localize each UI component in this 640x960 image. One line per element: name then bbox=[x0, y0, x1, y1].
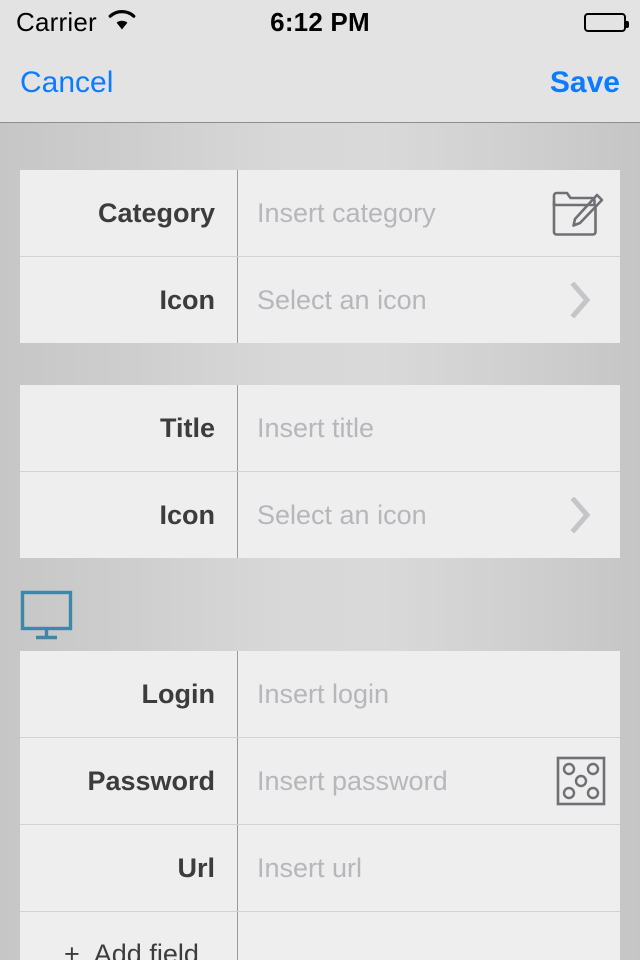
row-category-icon[interactable]: Icon Select an icon bbox=[20, 256, 620, 343]
clock-label: 6:12 PM bbox=[270, 6, 370, 37]
save-button[interactable]: Save bbox=[550, 66, 620, 100]
row-title-icon[interactable]: Icon Select an icon bbox=[20, 471, 620, 558]
category-icon-value[interactable]: Select an icon bbox=[237, 282, 620, 318]
category-input[interactable]: Insert category bbox=[257, 198, 436, 229]
url-label: Url bbox=[177, 852, 215, 883]
cancel-button[interactable]: Cancel bbox=[20, 66, 113, 100]
login-input[interactable]: Insert login bbox=[257, 679, 389, 710]
row-password[interactable]: Password Insert password bbox=[20, 737, 620, 824]
category-label: Category bbox=[97, 197, 215, 228]
battery-icon bbox=[584, 12, 629, 32]
login-value[interactable]: Insert login bbox=[237, 679, 620, 710]
chevron-right-icon bbox=[570, 282, 606, 318]
title-icon-placeholder: Select an icon bbox=[257, 499, 427, 530]
title-section: Title Insert title Icon Select an icon bbox=[20, 385, 620, 558]
password-label: Password bbox=[87, 765, 215, 796]
status-bar-right bbox=[584, 12, 629, 32]
row-url[interactable]: Url Insert url bbox=[20, 824, 620, 911]
add-field-button[interactable]: + Add field bbox=[20, 911, 620, 960]
row-title[interactable]: Title Insert title bbox=[20, 385, 620, 471]
category-section: Category Insert category Icon Select an … bbox=[20, 170, 620, 343]
row-category[interactable]: Category Insert category bbox=[20, 170, 620, 256]
dice-icon[interactable] bbox=[556, 756, 606, 806]
status-bar: Carrier 6:12 PM bbox=[0, 0, 640, 44]
url-input[interactable]: Insert url bbox=[257, 853, 362, 884]
credentials-section: Login Insert login Password Insert passw… bbox=[20, 651, 620, 960]
title-input[interactable]: Insert title bbox=[257, 413, 374, 444]
category-icon-label: Icon bbox=[159, 284, 215, 315]
row-login[interactable]: Login Insert login bbox=[20, 651, 620, 737]
title-icon-value[interactable]: Select an icon bbox=[237, 497, 620, 533]
category-icon-placeholder: Select an icon bbox=[257, 284, 427, 315]
title-label: Title bbox=[159, 412, 215, 443]
plus-icon: + bbox=[64, 939, 80, 960]
url-value[interactable]: Insert url bbox=[237, 853, 620, 884]
login-label: Login bbox=[141, 678, 215, 709]
password-value[interactable]: Insert password bbox=[237, 756, 620, 806]
app-screen: Carrier 6:12 PM Cancel Save Category Ins… bbox=[0, 0, 640, 960]
folder-edit-icon[interactable] bbox=[548, 187, 606, 239]
password-input[interactable]: Insert password bbox=[257, 766, 448, 797]
navigation-bar: Cancel Save bbox=[0, 44, 640, 123]
title-value[interactable]: Insert title bbox=[237, 413, 620, 444]
form-content: Category Insert category Icon Select an … bbox=[0, 124, 640, 960]
chevron-right-icon bbox=[570, 497, 606, 533]
add-field-label: Add field bbox=[93, 939, 199, 960]
category-value[interactable]: Insert category bbox=[237, 187, 620, 239]
title-icon-label: Icon bbox=[159, 499, 215, 530]
monitor-icon bbox=[20, 590, 76, 647]
